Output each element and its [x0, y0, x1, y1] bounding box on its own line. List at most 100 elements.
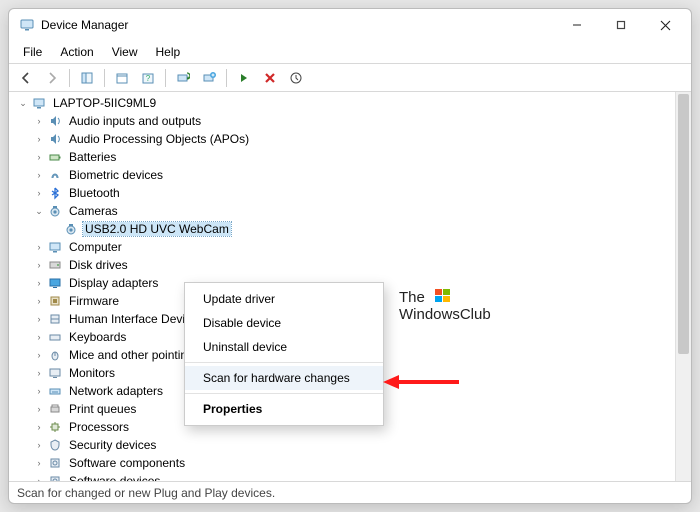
cm-disable-device[interactable]: Disable device	[185, 311, 383, 335]
expand-icon[interactable]: ›	[33, 295, 45, 307]
tree-category[interactable]: ›Audio inputs and outputs	[9, 112, 675, 130]
category-label: Security devices	[67, 438, 158, 452]
tree-device-selected[interactable]: USB2.0 HD UVC WebCam	[9, 220, 675, 238]
network-icon	[47, 383, 63, 399]
properties-button[interactable]	[111, 67, 133, 89]
computer-icon	[31, 95, 47, 111]
cm-uninstall-device[interactable]: Uninstall device	[185, 335, 383, 359]
scrollbar-thumb[interactable]	[678, 94, 689, 354]
cm-scan-hardware[interactable]: Scan for hardware changes	[185, 366, 383, 390]
expand-icon[interactable]: ›	[33, 241, 45, 253]
cpu-icon	[47, 419, 63, 435]
content-area: ⌄ LAPTOP-5IIC9ML9 ›Audio inputs and outp…	[9, 92, 691, 481]
category-label: Firmware	[67, 294, 121, 308]
category-label: Human Interface Devic	[67, 312, 193, 326]
maximize-button[interactable]	[599, 11, 643, 39]
expand-icon[interactable]: ›	[33, 367, 45, 379]
expand-icon[interactable]: ›	[33, 133, 45, 145]
software-icon	[47, 473, 63, 481]
expand-icon[interactable]: ›	[33, 475, 45, 481]
expand-icon[interactable]: ›	[33, 349, 45, 361]
expand-icon[interactable]: ›	[33, 421, 45, 433]
windows-logo-icon	[435, 288, 451, 304]
tree-category[interactable]: ›Software components	[9, 454, 675, 472]
category-label: Monitors	[67, 366, 117, 380]
expand-icon[interactable]: ›	[33, 385, 45, 397]
software-icon	[47, 455, 63, 471]
expand-icon[interactable]: ›	[33, 277, 45, 289]
category-label: Cameras	[67, 204, 120, 218]
toolbar: ?	[9, 64, 691, 92]
status-bar: Scan for changed or new Plug and Play de…	[9, 481, 691, 503]
menu-file[interactable]: File	[15, 43, 50, 61]
cm-separator	[185, 362, 383, 363]
display-icon	[47, 275, 63, 291]
expand-icon[interactable]: ›	[33, 151, 45, 163]
category-label: Biometric devices	[67, 168, 165, 182]
expand-icon[interactable]: ›	[33, 259, 45, 271]
minimize-button[interactable]	[555, 11, 599, 39]
enable-device-button[interactable]	[233, 67, 255, 89]
audio-icon	[47, 113, 63, 129]
tree-category[interactable]: › Computer	[9, 238, 675, 256]
firmware-icon	[47, 293, 63, 309]
show-hide-tree-button[interactable]	[76, 67, 98, 89]
menu-action[interactable]: Action	[52, 43, 101, 61]
category-label: Display adapters	[67, 276, 160, 290]
tree-category[interactable]: › Security devices	[9, 436, 675, 454]
device-label: USB2.0 HD UVC WebCam	[83, 222, 231, 236]
biometric-icon	[47, 167, 63, 183]
mouse-icon	[47, 347, 63, 363]
uninstall-device-button[interactable]	[259, 67, 281, 89]
category-label: Computer	[67, 240, 124, 254]
expand-icon[interactable]: ›	[33, 439, 45, 451]
expand-icon[interactable]: ›	[33, 115, 45, 127]
tree-category[interactable]: › Software devices	[9, 472, 675, 481]
expand-icon[interactable]: ›	[33, 187, 45, 199]
category-label: Mice and other pointin	[67, 348, 189, 362]
category-label: Keyboards	[67, 330, 128, 344]
cm-properties[interactable]: Properties	[185, 397, 383, 421]
menu-view[interactable]: View	[104, 43, 146, 61]
watermark-line2: WindowsClub	[399, 306, 491, 323]
forward-button[interactable]	[41, 67, 63, 89]
update-driver-button[interactable]	[285, 67, 307, 89]
menu-bar: File Action View Help	[9, 41, 691, 63]
watermark-line1: The	[399, 289, 425, 306]
expand-icon[interactable]: ›	[33, 403, 45, 415]
window-title: Device Manager	[41, 18, 128, 32]
expand-icon[interactable]: ›	[33, 313, 45, 325]
expand-icon[interactable]: ›	[33, 331, 45, 343]
expand-icon[interactable]: ›	[33, 169, 45, 181]
disk-icon	[47, 257, 63, 273]
collapse-icon[interactable]: ⌄	[33, 205, 45, 217]
tree-category[interactable]: › Disk drives	[9, 256, 675, 274]
device-tree[interactable]: ⌄ LAPTOP-5IIC9ML9 ›Audio inputs and outp…	[9, 92, 675, 481]
tree-category[interactable]: ⌄ Cameras	[9, 202, 675, 220]
category-label: Disk drives	[67, 258, 130, 272]
tree-category[interactable]: ›Bluetooth	[9, 184, 675, 202]
tree-category[interactable]: › Audio Processing Objects (APOs)	[9, 130, 675, 148]
category-label: Network adapters	[67, 384, 165, 398]
root-label: LAPTOP-5IIC9ML9	[51, 96, 158, 110]
annotation-arrow	[381, 372, 461, 392]
back-button[interactable]	[15, 67, 37, 89]
menu-help[interactable]: Help	[148, 43, 189, 61]
tree-category[interactable]: › Biometric devices	[9, 166, 675, 184]
tree-root[interactable]: ⌄ LAPTOP-5IIC9ML9	[9, 94, 675, 112]
audio-icon	[47, 131, 63, 147]
category-label: Audio Processing Objects (APOs)	[67, 132, 251, 146]
tree-category[interactable]: ›Batteries	[9, 148, 675, 166]
expand-icon[interactable]: ›	[33, 457, 45, 469]
cm-update-driver[interactable]: Update driver	[185, 287, 383, 311]
help-button[interactable]: ?	[137, 67, 159, 89]
monitor-icon	[47, 365, 63, 381]
scan-hardware-button[interactable]	[172, 67, 194, 89]
collapse-icon[interactable]: ⌄	[17, 97, 29, 109]
close-button[interactable]	[643, 11, 687, 39]
vertical-scrollbar[interactable]	[675, 92, 691, 481]
status-text: Scan for changed or new Plug and Play de…	[17, 486, 275, 500]
add-legacy-button[interactable]	[198, 67, 220, 89]
category-label: Software devices	[67, 474, 162, 481]
security-icon	[47, 437, 63, 453]
